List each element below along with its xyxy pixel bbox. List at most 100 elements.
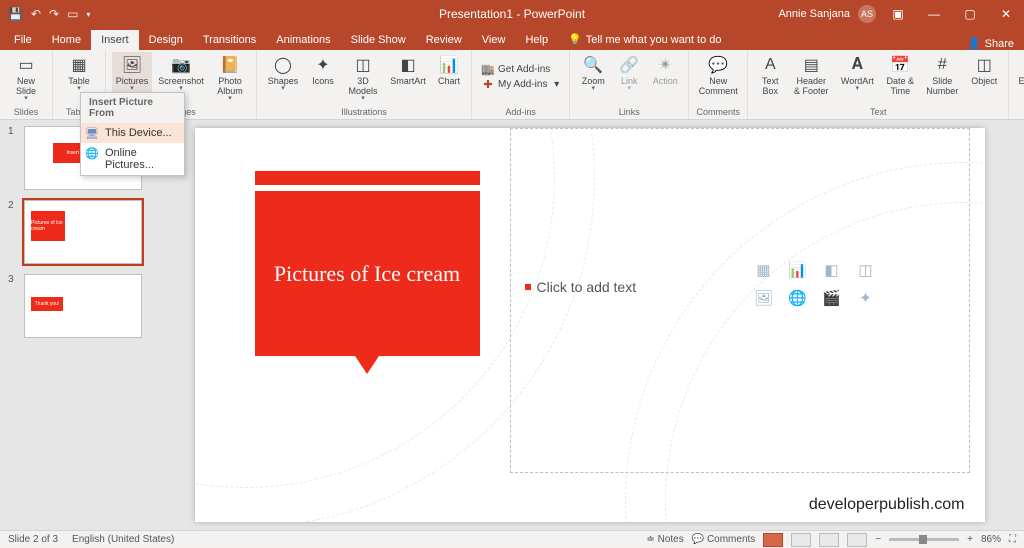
slide-number-button[interactable]: #Slide Number <box>922 52 962 102</box>
tab-transitions[interactable]: Transitions <box>193 30 266 50</box>
watermark-text: developerpublish.com <box>809 496 965 514</box>
new-slide-icon: ▭ <box>15 54 37 76</box>
zoom-slider[interactable] <box>889 538 959 541</box>
thumb-number: 2 <box>8 200 18 264</box>
link-button[interactable]: 🔗Link▾ <box>614 52 644 102</box>
icons-icon: ✦ <box>312 54 334 76</box>
dropdown-header: Insert Picture From <box>81 93 184 123</box>
normal-view-button[interactable] <box>763 533 783 547</box>
group-slides: ▭New Slide▾ Slides <box>0 50 53 119</box>
tab-help[interactable]: Help <box>515 30 558 50</box>
insert-video-icon[interactable]: 🎬 <box>819 287 845 309</box>
text-box-button[interactable]: AText Box <box>754 52 786 102</box>
tab-home[interactable]: Home <box>42 30 91 50</box>
share-button[interactable]: 👤Share <box>957 37 1024 50</box>
qat-more-icon[interactable]: ▾ <box>86 10 90 19</box>
slide-title-shape[interactable]: Pictures of Ice cream <box>255 171 480 374</box>
tab-file[interactable]: File <box>4 30 42 50</box>
group-label-comments: Comments <box>697 107 741 119</box>
zoom-in-button[interactable]: + <box>967 534 973 545</box>
new-comment-button[interactable]: 💬New Comment <box>695 52 741 102</box>
group-label-addins: Add-ins <box>505 107 536 119</box>
shapes-icon: ◯ <box>272 54 294 76</box>
zoom-out-button[interactable]: − <box>875 534 881 545</box>
globe-icon: 🌐 <box>85 146 99 160</box>
chart-button[interactable]: 📊Chart <box>433 52 465 102</box>
close-icon[interactable]: ✕ <box>992 7 1020 21</box>
tab-insert[interactable]: Insert <box>91 30 139 50</box>
tab-view[interactable]: View <box>472 30 516 50</box>
ribbon-options-icon[interactable]: ▣ <box>884 7 912 21</box>
dropdown-this-device[interactable]: 🖥This Device... <box>81 123 184 143</box>
insert-3d-icon[interactable]: ◫ <box>853 259 879 281</box>
wordart-button[interactable]: 𝐀WordArt▾ <box>836 52 878 102</box>
shapes-button[interactable]: ◯Shapes▾ <box>263 52 303 102</box>
insert-smartart-icon[interactable]: ◧ <box>819 259 845 281</box>
slide-thumbnail-panel: 1 Insert a picture 2 Pictures of Ice cre… <box>0 120 155 530</box>
main-area: 1 Insert a picture 2 Pictures of Ice cre… <box>0 120 1024 530</box>
insert-icon-icon[interactable]: ✦ <box>853 287 879 309</box>
action-icon: ✴ <box>654 54 676 76</box>
photo-album-button[interactable]: 📔Photo Album▾ <box>210 52 250 102</box>
3d-models-button[interactable]: ◫3D Models▾ <box>343 52 383 102</box>
slide-canvas-area[interactable]: Pictures of Ice cream Click to add text … <box>155 120 1024 530</box>
addins-icon: ✚ <box>482 79 494 91</box>
dropdown-online-pictures[interactable]: 🌐Online Pictures... <box>81 143 184 175</box>
thumbnail-2[interactable]: 2 Pictures of Ice cream <box>8 200 147 264</box>
get-addins-button[interactable]: 🏬Get Add-ins <box>478 63 563 77</box>
undo-icon[interactable]: ↶ <box>31 7 41 21</box>
table-icon: ▦ <box>68 54 90 76</box>
action-button[interactable]: ✴Action <box>648 52 682 102</box>
user-avatar[interactable]: AS <box>858 5 876 23</box>
my-addins-button[interactable]: ✚My Add-ins ▾ <box>478 78 563 92</box>
device-icon: 🖥 <box>85 126 99 140</box>
object-button[interactable]: ◫Object <box>966 52 1002 102</box>
link-icon: 🔗 <box>618 54 640 76</box>
header-icon: ▤ <box>800 54 822 76</box>
start-from-beginning-icon[interactable]: ▭ <box>67 7 78 21</box>
insert-online-picture-icon[interactable]: 🌐 <box>785 287 811 309</box>
window-title: Presentation1 - PowerPoint <box>439 7 585 21</box>
date-time-button[interactable]: 📅Date & Time <box>882 52 918 102</box>
equation-button[interactable]: πEquation▾ <box>1015 52 1024 102</box>
notes-button[interactable]: ≐ Notes <box>646 534 683 545</box>
tell-me-search[interactable]: 💡Tell me what you want to do <box>558 29 731 50</box>
minimize-icon[interactable]: — <box>920 7 948 21</box>
insert-picture-icon[interactable]: 🖼 <box>751 287 777 309</box>
fit-to-window-button[interactable]: ⛶ <box>1009 534 1016 545</box>
redo-icon[interactable]: ↷ <box>49 7 59 21</box>
icons-button[interactable]: ✦Icons <box>307 52 339 102</box>
slideshow-view-button[interactable] <box>847 533 867 547</box>
bullet-icon <box>525 284 531 290</box>
slide-counter[interactable]: Slide 2 of 3 <box>8 534 58 545</box>
smartart-button[interactable]: ◧SmartArt <box>387 52 429 102</box>
slide-title-text[interactable]: Pictures of Ice cream <box>255 191 480 356</box>
insert-table-icon[interactable]: ▦ <box>751 259 777 281</box>
maximize-icon[interactable]: ▢ <box>956 7 984 21</box>
zoom-level[interactable]: 86% <box>981 534 1001 545</box>
tab-animations[interactable]: Animations <box>266 30 340 50</box>
tab-review[interactable]: Review <box>416 30 472 50</box>
sorter-view-button[interactable] <box>791 533 811 547</box>
cube-icon: ◫ <box>352 54 374 76</box>
tab-design[interactable]: Design <box>139 30 193 50</box>
zoom-button[interactable]: 🔍Zoom▾ <box>576 52 610 102</box>
store-icon: 🏬 <box>482 64 494 76</box>
language-indicator[interactable]: English (United States) <box>72 534 174 545</box>
current-slide: Pictures of Ice cream Click to add text … <box>195 128 985 522</box>
new-slide-button[interactable]: ▭New Slide▾ <box>6 52 46 102</box>
mini-title-2: Pictures of Ice cream <box>31 211 65 241</box>
placeholder-prompt[interactable]: Click to add text <box>525 279 955 295</box>
thumb-number: 3 <box>8 274 18 338</box>
tab-slideshow[interactable]: Slide Show <box>341 30 416 50</box>
header-footer-button[interactable]: ▤Header & Footer <box>790 52 832 102</box>
reading-view-button[interactable] <box>819 533 839 547</box>
content-placeholder[interactable]: Click to add text ▦ 📊 ◧ ◫ 🖼 🌐 🎬 ✦ <box>510 128 970 473</box>
thumbnail-3[interactable]: 3 Thank you! <box>8 274 147 338</box>
object-icon: ◫ <box>973 54 995 76</box>
comments-button[interactable]: 💬 Comments <box>692 534 756 545</box>
save-icon[interactable]: 💾 <box>8 7 23 21</box>
wordart-icon: 𝐀 <box>846 54 868 76</box>
insert-chart-icon[interactable]: 📊 <box>785 259 811 281</box>
user-name[interactable]: Annie Sanjana <box>778 8 850 20</box>
